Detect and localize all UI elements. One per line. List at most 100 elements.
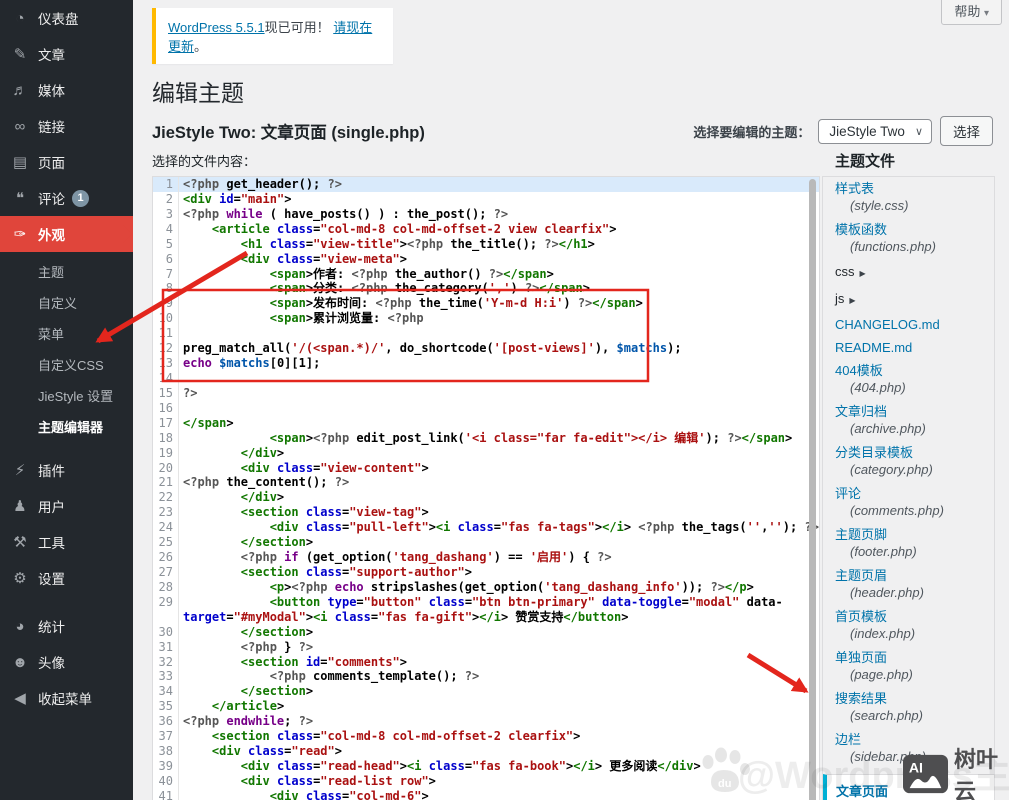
theme-file-(functions.php)[interactable]: 模板函数(functions.php) (823, 218, 994, 259)
sidebar-item-用户[interactable]: ♟用户 (0, 488, 133, 524)
theme-file-(style.css)[interactable]: 样式表(style.css) (823, 177, 994, 218)
line-number: 36 (153, 714, 179, 729)
submenu-item-主题编辑器[interactable]: 主题编辑器 (0, 411, 133, 442)
code-line: 5 <h1 class="view-title"><?php the_title… (153, 237, 819, 252)
appearance-icon: ✑ (10, 225, 30, 243)
line-number: 9 (153, 296, 179, 311)
submenu-item-JieStyle 设置[interactable]: JieStyle 设置 (0, 380, 133, 411)
code-line: 13echo $matchs[0][1]; (153, 356, 819, 371)
comments-count-badge: 1 (72, 190, 89, 207)
code-text: <section class="support-author"> (179, 565, 472, 580)
sidebar-item-label: 设置 (38, 568, 65, 588)
comments-icon: ❝ (10, 189, 30, 207)
code-line: 8 <span>分类: <?php the_category(',') ?></… (153, 281, 819, 296)
submenu-item-主题[interactable]: 主题 (0, 256, 133, 287)
code-line: 10 <span>累计浏览量: <?php (153, 311, 819, 326)
sidebar-item-统计[interactable]: ◕统计 (0, 608, 133, 644)
theme-file-(archive.php)[interactable]: 文章归档(archive.php) (823, 400, 994, 441)
help-tab-label: 帮助 (954, 4, 980, 19)
theme-file-(sidebar.php)[interactable]: 边栏(sidebar.php) (823, 728, 994, 769)
submenu-item-自定义CSS[interactable]: 自定义CSS (0, 349, 133, 380)
sidebar-item-设置[interactable]: ⚙设置 (0, 560, 133, 596)
code-text: target="#myModal"><i class="fas fa-gift"… (179, 610, 628, 625)
sidebar-item-页面[interactable]: ▤页面 (0, 144, 133, 180)
line-number: 35 (153, 699, 179, 714)
line-number: 1 (153, 177, 179, 192)
file-label: 404模板 (835, 362, 982, 379)
code-text: <button type="button" class="btn btn-pri… (179, 595, 783, 610)
theme-file-CHANGELOG.md[interactable]: CHANGELOG.md (823, 313, 994, 336)
media-icon: ♬ (10, 82, 30, 99)
code-text: preg_match_all('/(<span.*)/', do_shortco… (179, 341, 682, 356)
file-label: 模板函数 (835, 221, 982, 238)
sidebar-item-仪表盘[interactable]: ◔仪表盘 (0, 0, 133, 36)
theme-file-(header.php)[interactable]: 主题页眉(header.php) (823, 564, 994, 605)
theme-file-README.md[interactable]: README.md (823, 336, 994, 359)
sidebar-item-评论[interactable]: ❝评论1 (0, 180, 133, 216)
tools-icon: ⚒ (10, 533, 30, 551)
line-number: 31 (153, 640, 179, 655)
theme-files-heading: 主题文件 (822, 152, 995, 176)
code-line: target="#myModal"><i class="fas fa-gift"… (153, 610, 819, 625)
line-number: 15 (153, 386, 179, 401)
theme-file-(404.php)[interactable]: 404模板(404.php) (823, 359, 994, 400)
theme-folder-js[interactable]: js▶ (823, 286, 994, 313)
theme-select[interactable]: JieStyle Two ∨ (818, 119, 932, 144)
theme-file-(comments.php)[interactable]: 评论(comments.php) (823, 482, 994, 523)
code-editor[interactable]: 1<?php get_header(); ?>2<div id="main">3… (152, 176, 820, 800)
editor-scrollbar[interactable] (809, 179, 816, 800)
submenu-item-菜单[interactable]: 菜单 (0, 318, 133, 349)
wordpress-version-link[interactable]: WordPress 5.5.1 (168, 20, 265, 35)
folder-expand-icon: ▶ (849, 296, 855, 305)
code-line: 20 <div class="view-content"> (153, 461, 819, 476)
code-text: <p><?php echo stripslashes(get_option('t… (179, 580, 754, 595)
help-tab[interactable]: 帮助 ▾ (941, 0, 1002, 25)
sidebar-item-label: 工具 (38, 532, 65, 552)
code-text: <?php endwhile; ?> (179, 714, 313, 729)
code-line: 14 (153, 371, 819, 386)
notice-period: 。 (194, 39, 207, 54)
code-rows: 1<?php get_header(); ?>2<div id="main">3… (153, 177, 819, 800)
theme-file-(footer.php)[interactable]: 主题页脚(footer.php) (823, 523, 994, 564)
code-text: <span>发布时间: <?php the_time('Y-m-d H:i') … (179, 296, 643, 311)
sidebar-item-外观[interactable]: ✑外观 (0, 216, 133, 252)
sidebar-item-收起菜单[interactable]: ◀收起菜单 (0, 680, 133, 716)
code-line: 7 <span>作者: <?php the_author() ?></span> (153, 267, 819, 282)
file-name: (header.php) (835, 584, 982, 601)
code-text: <?php if (get_option('tang_dashang') == … (179, 550, 612, 565)
sidebar-item-文章[interactable]: ✎文章 (0, 36, 133, 72)
sidebar-item-工具[interactable]: ⚒ 工具 (0, 524, 133, 560)
sidebar-item-链接[interactable]: ∞链接 (0, 108, 133, 144)
sidebar-item-label: 收起菜单 (38, 688, 92, 708)
code-line: 31 <?php } ?> (153, 640, 819, 655)
submenu-item-自定义[interactable]: 自定义 (0, 287, 133, 318)
select-theme-button[interactable]: 选择 (940, 116, 993, 146)
theme-file-(index.php)[interactable]: 首页模板(index.php) (823, 605, 994, 646)
theme-file-(page.php)[interactable]: 单独页面(page.php) (823, 646, 994, 687)
code-line: 30 </section> (153, 625, 819, 640)
code-text: </div> (179, 490, 284, 505)
theme-file-(search.php)[interactable]: 搜索结果(search.php) (823, 687, 994, 728)
code-text: </section> (179, 535, 313, 550)
line-number: 19 (153, 446, 179, 461)
sidebar-item-插件[interactable]: ⚡插件 (0, 452, 133, 488)
code-line: 15?> (153, 386, 819, 401)
theme-folder-css[interactable]: css▶ (823, 259, 994, 286)
code-text (179, 401, 183, 416)
dashboard-icon: ◔ (10, 10, 30, 27)
line-number: 13 (153, 356, 179, 371)
file-name: (comments.php) (835, 502, 982, 519)
theme-file-(single.php)[interactable]: 文章页面(single.php) (823, 774, 994, 800)
sidebar-item-媒体[interactable]: ♬媒体 (0, 72, 133, 108)
main-content: WordPress 5.5.1现已可用！ 请现在更新。 编辑主题 JieStyl… (133, 0, 1009, 800)
sidebar-item-头像[interactable]: ☻头像 (0, 644, 133, 680)
line-number: 16 (153, 401, 179, 416)
line-number: 32 (153, 655, 179, 670)
line-number: 23 (153, 505, 179, 520)
code-line: 32 <section id="comments"> (153, 655, 819, 670)
theme-file-(category.php)[interactable]: 分类目录模板(category.php) (823, 441, 994, 482)
line-number: 3 (153, 207, 179, 222)
code-line: 2<div id="main"> (153, 192, 819, 207)
update-notice: WordPress 5.5.1现已可用！ 请现在更新。 (152, 8, 393, 64)
file-label: 文章归档 (835, 403, 982, 420)
